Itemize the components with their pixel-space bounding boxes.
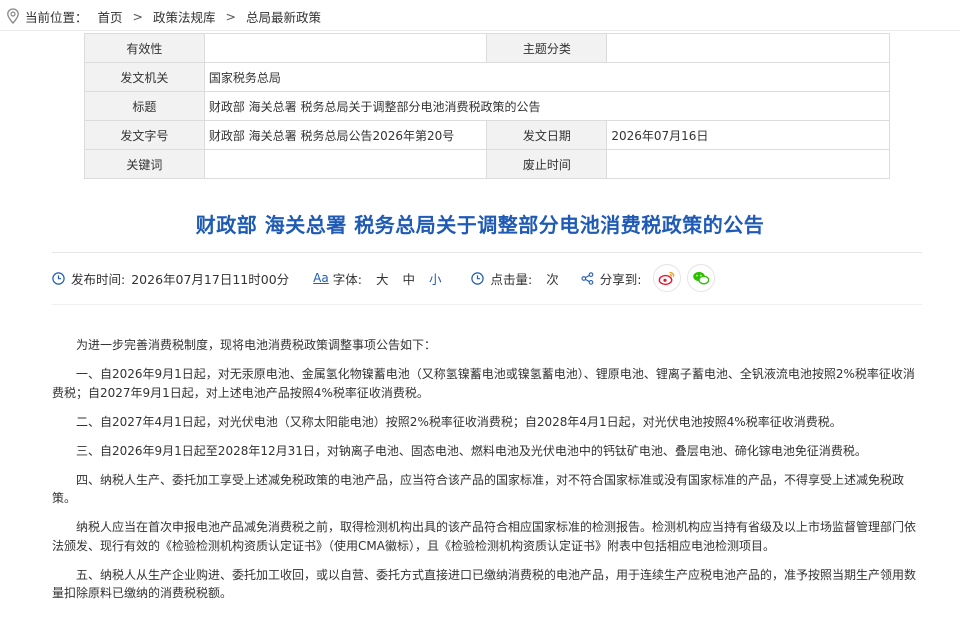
meta-value-doc-number: 财政部 海关总署 税务总局公告2026年第20号 xyxy=(203,120,488,150)
font-size-label: 字体: xyxy=(332,271,362,287)
document-title: 财政部 海关总署 税务总局关于调整部分电池消费税政策的公告 xyxy=(195,213,765,237)
breadcrumb-latest-policy-link[interactable]: 总局最新政策 xyxy=(246,7,321,26)
breadcrumb-home-link[interactable]: 首页 xyxy=(98,7,123,26)
meta-value-title: 财政部 海关总署 税务总局关于调整部分电池消费税政策的公告 xyxy=(203,91,891,121)
publish-time-group: 发布时间: 2026年07月17日11时00分 xyxy=(52,269,289,288)
breadcrumb: 当前位置： 首页 > 政策法规库 > 总局最新政策 xyxy=(6,6,321,26)
meta-label-subject: 主题分类 xyxy=(486,33,608,63)
meta-label-title: 标题 xyxy=(84,91,205,121)
meta-row-keywords: 关键词 废止时间 xyxy=(84,149,890,179)
publish-time-label: 发布时间: xyxy=(71,271,126,287)
info-bar-top-divider xyxy=(52,252,922,253)
wechat-icon xyxy=(693,271,710,285)
location-pin-icon xyxy=(7,8,19,24)
share-label: 分享到: xyxy=(599,271,642,287)
meta-row-issuer: 发文机关 国家税务总局 xyxy=(84,62,891,92)
meta-label-keywords: 关键词 xyxy=(84,149,205,179)
breadcrumb-separator: > xyxy=(225,8,237,24)
meta-label-issuer: 发文机关 xyxy=(84,62,205,92)
share-group: 分享到: xyxy=(581,264,716,292)
article-paragraph: 二、自2027年4月1日起，对光伏电池（又称太阳能电池）按照2%税率征收消费税；… xyxy=(76,414,842,429)
article-paragraph: 五、纳税人从生产企业购进、委托加工收回，或以自营、委托方式直接进口已缴纳消费税的… xyxy=(52,567,917,601)
meta-value-issue-date: 2026年07月16日 xyxy=(606,120,890,150)
font-size-medium-button[interactable]: 中 xyxy=(402,269,415,288)
share-weibo-button[interactable] xyxy=(653,264,682,292)
click-count-label: 点击量: xyxy=(490,271,533,287)
meta-label-issue-date: 发文日期 xyxy=(486,120,608,150)
breadcrumb-policy-library-link[interactable]: 政策法规库 xyxy=(153,7,216,26)
breadcrumb-separator: > xyxy=(132,8,144,24)
meta-value-validity xyxy=(203,33,488,63)
font-size-icon: Aa xyxy=(313,271,329,285)
click-count-suffix: 次 xyxy=(546,271,559,287)
meta-row-title: 标题 财政部 海关总署 税务总局关于调整部分电池消费税政策的公告 xyxy=(84,91,891,121)
article-paragraph: 为进一步完善消费税制度，现将电池消费税政策调整事项公告如下： xyxy=(76,338,437,352)
clock-icon xyxy=(52,271,65,285)
meta-value-subject xyxy=(606,33,890,63)
font-size-group: Aa 字体: 大 中 小 xyxy=(313,269,441,288)
weibo-icon xyxy=(659,271,675,286)
share-icon xyxy=(581,271,594,285)
meta-label-validity: 有效性 xyxy=(84,33,205,63)
meta-row-validity: 有效性 主题分类 xyxy=(84,33,890,63)
meta-row-doc-number: 发文字号 财政部 海关总署 税务总局公告2026年第20号 发文日期 2026年… xyxy=(84,120,890,150)
meta-value-issuer: 国家税务总局 xyxy=(203,62,891,92)
meta-label-doc-number: 发文字号 xyxy=(84,120,205,150)
font-size-large-button[interactable]: 大 xyxy=(376,269,389,288)
click-count-group: 点击量: 次 xyxy=(471,269,559,288)
clock-icon xyxy=(471,271,485,285)
article-body: 为进一步完善消费税制度，现将电池消费税政策调整事项公告如下： 一、自2026年9… xyxy=(52,336,920,613)
info-bar-bottom-divider xyxy=(52,304,922,305)
article-paragraph: 四、纳税人生产、委托加工享受上述减免税政策的电池产品，应当符合该产品的国家标准，… xyxy=(52,472,905,506)
article-paragraph: 三、自2026年9月1日起至2028年12月31日，对钠离子电池、固态电池、燃料… xyxy=(76,443,867,458)
meta-value-keywords xyxy=(203,149,488,179)
article-paragraph: 纳税人应当在首次申报电池产品减免消费税之前，取得检测机构出具的该产品符合相应国家… xyxy=(52,520,917,553)
meta-label-repeal-date: 废止时间 xyxy=(486,149,608,179)
article-info-bar: 发布时间: 2026年07月17日11时00分 Aa 字体: 大 中 小 点击量… xyxy=(52,264,716,292)
breadcrumb-prefix: 当前位置： xyxy=(25,9,88,25)
breadcrumb-divider xyxy=(0,30,960,31)
document-meta-table: 有效性 主题分类 发文机关 国家税务总局 标题 财政部 海关总署 税务总局关于调… xyxy=(84,33,891,179)
article-paragraph: 一、自2026年9月1日起，对无汞原电池、金属氢化物镍蓄电池（又称氢镍蓄电池或镍… xyxy=(52,367,915,400)
share-wechat-button[interactable] xyxy=(687,264,716,292)
meta-value-repeal-date xyxy=(606,149,890,179)
font-size-small-button[interactable]: 小 xyxy=(429,269,442,288)
publish-time-value: 2026年07月17日11时00分 xyxy=(131,271,290,287)
